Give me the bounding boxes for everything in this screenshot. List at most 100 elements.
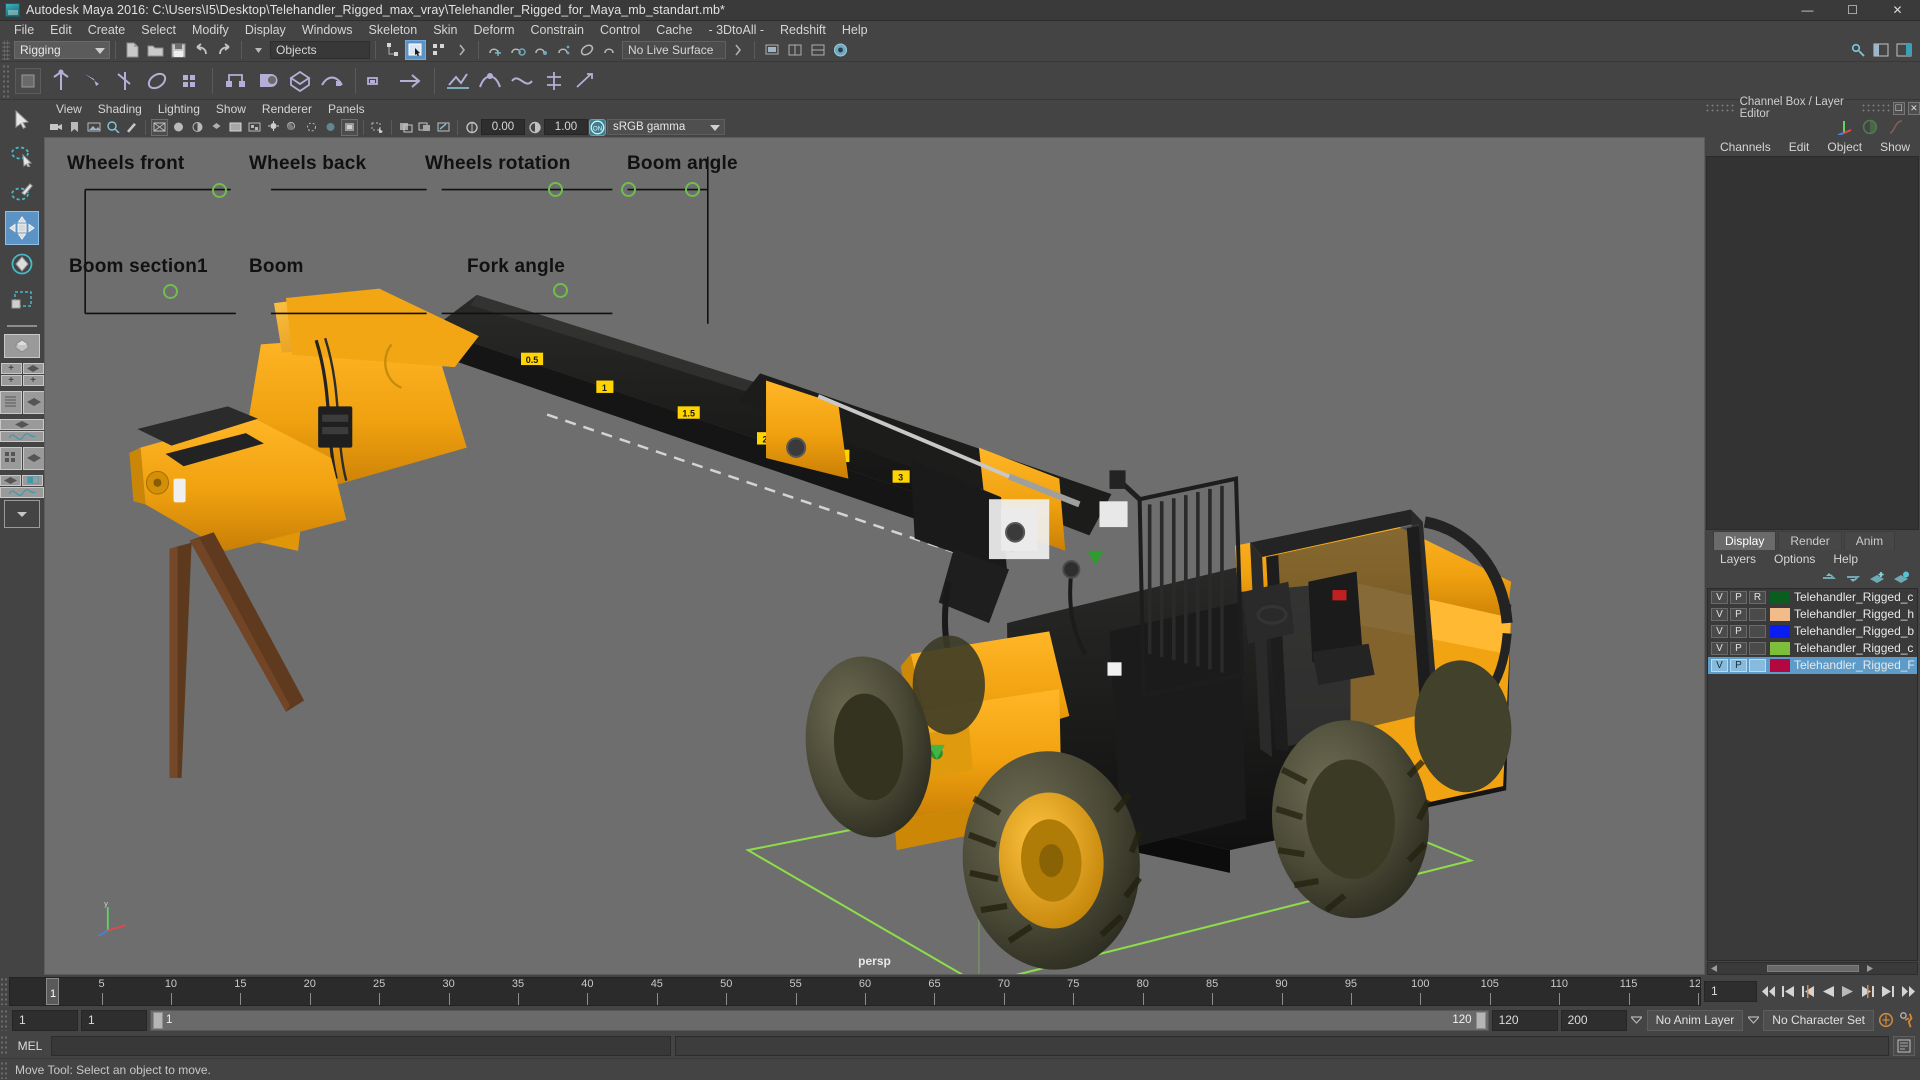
vp-xray-joints-icon[interactable] xyxy=(416,119,433,136)
character-set-selector[interactable]: No Character Set xyxy=(1763,1009,1874,1031)
shelf-joint-tool-icon[interactable] xyxy=(46,65,76,97)
step-forward-frame-button[interactable] xyxy=(1859,980,1877,1002)
layout-persp-pane[interactable] xyxy=(22,390,45,414)
menu-deform[interactable]: Deform xyxy=(466,21,523,39)
cb-menu-show[interactable]: Show xyxy=(1871,140,1919,154)
layer-playback-toggle[interactable]: P xyxy=(1730,658,1747,672)
layer-playback-toggle[interactable]: P xyxy=(1730,624,1747,638)
shelf-nonlinear-icon[interactable] xyxy=(539,65,569,97)
ctrl-handle-wheels-back[interactable] xyxy=(548,182,563,197)
layer-playback-toggle[interactable]: P xyxy=(1730,641,1747,655)
vp-screen-space-ao-icon[interactable] xyxy=(303,119,320,136)
menuset-selector[interactable]: Rigging xyxy=(14,41,110,59)
layer-visibility-toggle[interactable]: V xyxy=(1711,641,1728,655)
layout-outliner-pane[interactable] xyxy=(0,390,22,414)
vp-grease-pencil-icon[interactable] xyxy=(123,119,140,136)
current-frame-field[interactable]: 1 xyxy=(1704,980,1757,1002)
layer-menu-options[interactable]: Options xyxy=(1765,552,1824,566)
play-forwards-button[interactable] xyxy=(1839,980,1857,1002)
sidebar-tool-settings-icon[interactable] xyxy=(1871,40,1892,60)
perspective-viewport[interactable]: 0.5 1 1.5 2 2.5 3 3.5 xyxy=(44,137,1705,975)
layer-color-swatch[interactable] xyxy=(1770,641,1790,655)
auto-keyframe-toggle-icon[interactable] xyxy=(1877,1009,1895,1031)
vp-use-all-lights-icon[interactable] xyxy=(265,119,282,136)
object-mode-icon[interactable] xyxy=(405,40,426,60)
menu-control[interactable]: Control xyxy=(592,21,648,39)
animation-preferences-icon[interactable] xyxy=(1898,1009,1916,1031)
ctrl-handle-boom-angle[interactable] xyxy=(685,182,700,197)
status-bar-grip[interactable] xyxy=(0,1060,9,1079)
open-scene-icon[interactable] xyxy=(145,40,166,60)
anim-layer-selector[interactable]: No Anim Layer xyxy=(1646,1009,1744,1031)
snap-point-icon[interactable] xyxy=(531,40,552,60)
new-layer-from-selected-icon[interactable] xyxy=(1893,571,1910,584)
editor-layout-icon[interactable] xyxy=(784,40,805,60)
selection-mask-chevron-icon[interactable] xyxy=(248,40,269,60)
layout-outliner-persp-button[interactable] xyxy=(0,389,45,415)
layer-row-4[interactable]: V P Telehandler_Rigged_c xyxy=(1708,640,1917,657)
panel-undock-button[interactable]: ☐ xyxy=(1892,101,1905,115)
vp-select-camera-icon[interactable] xyxy=(47,119,64,136)
scroll-left-arrow-icon[interactable] xyxy=(1710,964,1719,973)
range-slider-grip[interactable] xyxy=(0,1009,9,1031)
snap-viewplane-icon[interactable] xyxy=(577,40,598,60)
move-tool-button[interactable] xyxy=(5,211,39,245)
sidebar-channel-box-icon[interactable] xyxy=(1894,40,1915,60)
lasso-tool-button[interactable] xyxy=(5,139,39,173)
shelf-wire-tool-icon[interactable] xyxy=(571,65,601,97)
layer-tab-anim[interactable]: Anim xyxy=(1843,530,1896,550)
scroll-right-arrow-icon[interactable] xyxy=(1865,964,1874,973)
render-view-icon[interactable] xyxy=(830,40,851,60)
shelf-transfer-attributes-icon[interactable] xyxy=(396,65,426,97)
move-layer-up-icon[interactable] xyxy=(1821,571,1838,584)
shelf-parent-constraint-icon[interactable] xyxy=(221,65,251,97)
vp-menu-show[interactable]: Show xyxy=(208,102,254,116)
vp-wireframe-icon[interactable] xyxy=(151,118,168,136)
close-button[interactable]: ✕ xyxy=(1875,0,1920,21)
layout-combo-right[interactable] xyxy=(22,474,43,486)
layout-persp-graph-button[interactable] xyxy=(0,417,44,443)
panel-close-button[interactable]: ✕ xyxy=(1907,101,1920,115)
layout-graph-bottom[interactable] xyxy=(0,430,44,442)
layer-color-swatch[interactable] xyxy=(1770,624,1790,638)
vp-shade-wireframe-icon[interactable] xyxy=(227,119,244,136)
layer-row-1[interactable]: V P R Telehandler_Rigged_c xyxy=(1708,589,1917,606)
cb-menu-object[interactable]: Object xyxy=(1818,140,1871,154)
layer-visibility-toggle[interactable]: V xyxy=(1711,624,1728,638)
vp-exposure-field[interactable]: 0.00 xyxy=(481,119,525,135)
menu-constrain[interactable]: Constrain xyxy=(523,21,593,39)
layout-cell-bottomleft[interactable]: + xyxy=(0,374,22,386)
layer-visibility-toggle[interactable]: V xyxy=(1711,607,1728,621)
live-chevron-icon[interactable] xyxy=(727,40,748,60)
shelf-blendshape-icon[interactable] xyxy=(364,65,394,97)
layer-color-swatch[interactable] xyxy=(1770,658,1790,672)
layer-row-3[interactable]: V P Telehandler_Rigged_b xyxy=(1708,623,1917,640)
layout-more-button[interactable] xyxy=(4,500,40,528)
step-back-keyframe-button[interactable] xyxy=(1779,980,1797,1002)
shelf-cluster-icon[interactable] xyxy=(285,65,315,97)
shelf-tab-selector[interactable] xyxy=(15,67,41,94)
shelf-deform-curve-icon[interactable] xyxy=(507,65,537,97)
show-manipulator-icon[interactable] xyxy=(761,40,782,60)
new-scene-icon[interactable] xyxy=(122,40,143,60)
vp-flat-shade-icon[interactable] xyxy=(208,119,225,136)
vp-menu-panels[interactable]: Panels xyxy=(320,102,373,116)
cb-menu-edit[interactable]: Edit xyxy=(1780,140,1819,154)
redo-icon[interactable] xyxy=(214,40,235,60)
display-layer-list[interactable]: V P R Telehandler_Rigged_c V P Telehandl… xyxy=(1707,587,1918,961)
time-slider[interactable]: 1 5 10 15 20 25 30 35 40 45 50 55 60 65 70 75 80 85 90 95 1… xyxy=(9,976,1701,1006)
ctrl-handle-fork-angle[interactable] xyxy=(553,283,568,298)
menu-skeleton[interactable]: Skeleton xyxy=(361,21,426,39)
shelf-set-driven-key-icon[interactable] xyxy=(443,65,473,97)
cb-menu-channels[interactable]: Channels xyxy=(1711,140,1780,154)
vp-twoD-pan-zoom-icon[interactable] xyxy=(104,119,121,136)
vp-shadows-icon[interactable] xyxy=(284,119,301,136)
menu-file[interactable]: File xyxy=(6,21,42,39)
vp-isolate-select-icon[interactable] xyxy=(369,119,386,136)
undo-icon[interactable] xyxy=(191,40,212,60)
menu-modify[interactable]: Modify xyxy=(184,21,237,39)
layer-color-swatch[interactable] xyxy=(1770,607,1790,621)
vp-multisample-aa-icon[interactable] xyxy=(341,118,358,136)
layer-list-horizontal-scrollbar[interactable] xyxy=(1707,962,1918,975)
make-live-icon[interactable] xyxy=(600,40,621,60)
